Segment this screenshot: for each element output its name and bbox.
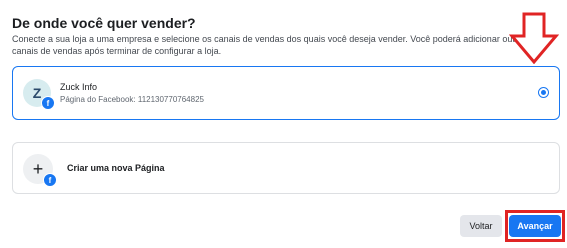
page-id: Página do Facebook: 112130770764825: [60, 95, 204, 104]
facebook-icon-letter: f: [46, 98, 50, 108]
create-new-page-option[interactable]: + f Criar uma nova Página: [12, 142, 560, 194]
radio-dot: [541, 90, 546, 95]
back-button[interactable]: Voltar: [460, 215, 502, 237]
page-avatar: Z f: [23, 79, 55, 110]
plus-icon: + f: [23, 154, 57, 187]
facebook-icon-letter: f: [48, 175, 52, 185]
page-name: Zuck Info: [60, 82, 98, 92]
radio-button-selected[interactable]: [538, 87, 549, 98]
plus-glyph: +: [32, 158, 44, 179]
annotation-arrow-icon: [509, 12, 559, 64]
facebook-icon: f: [41, 96, 55, 110]
avatar-letter: Z: [32, 85, 42, 101]
create-page-label: Criar uma nova Página: [67, 163, 165, 173]
page-option-zuck-info[interactable]: Z f Zuck Info Página do Facebook: 112130…: [12, 66, 560, 120]
page-description: Conecte a sua loja a uma empresa e selec…: [12, 34, 528, 56]
sales-channel-dialog: De onde você quer vender? Conecte a sua …: [0, 0, 567, 248]
annotation-highlight-box: [505, 210, 565, 242]
page-title: De onde você quer vender?: [12, 15, 196, 31]
facebook-icon: f: [43, 173, 57, 187]
